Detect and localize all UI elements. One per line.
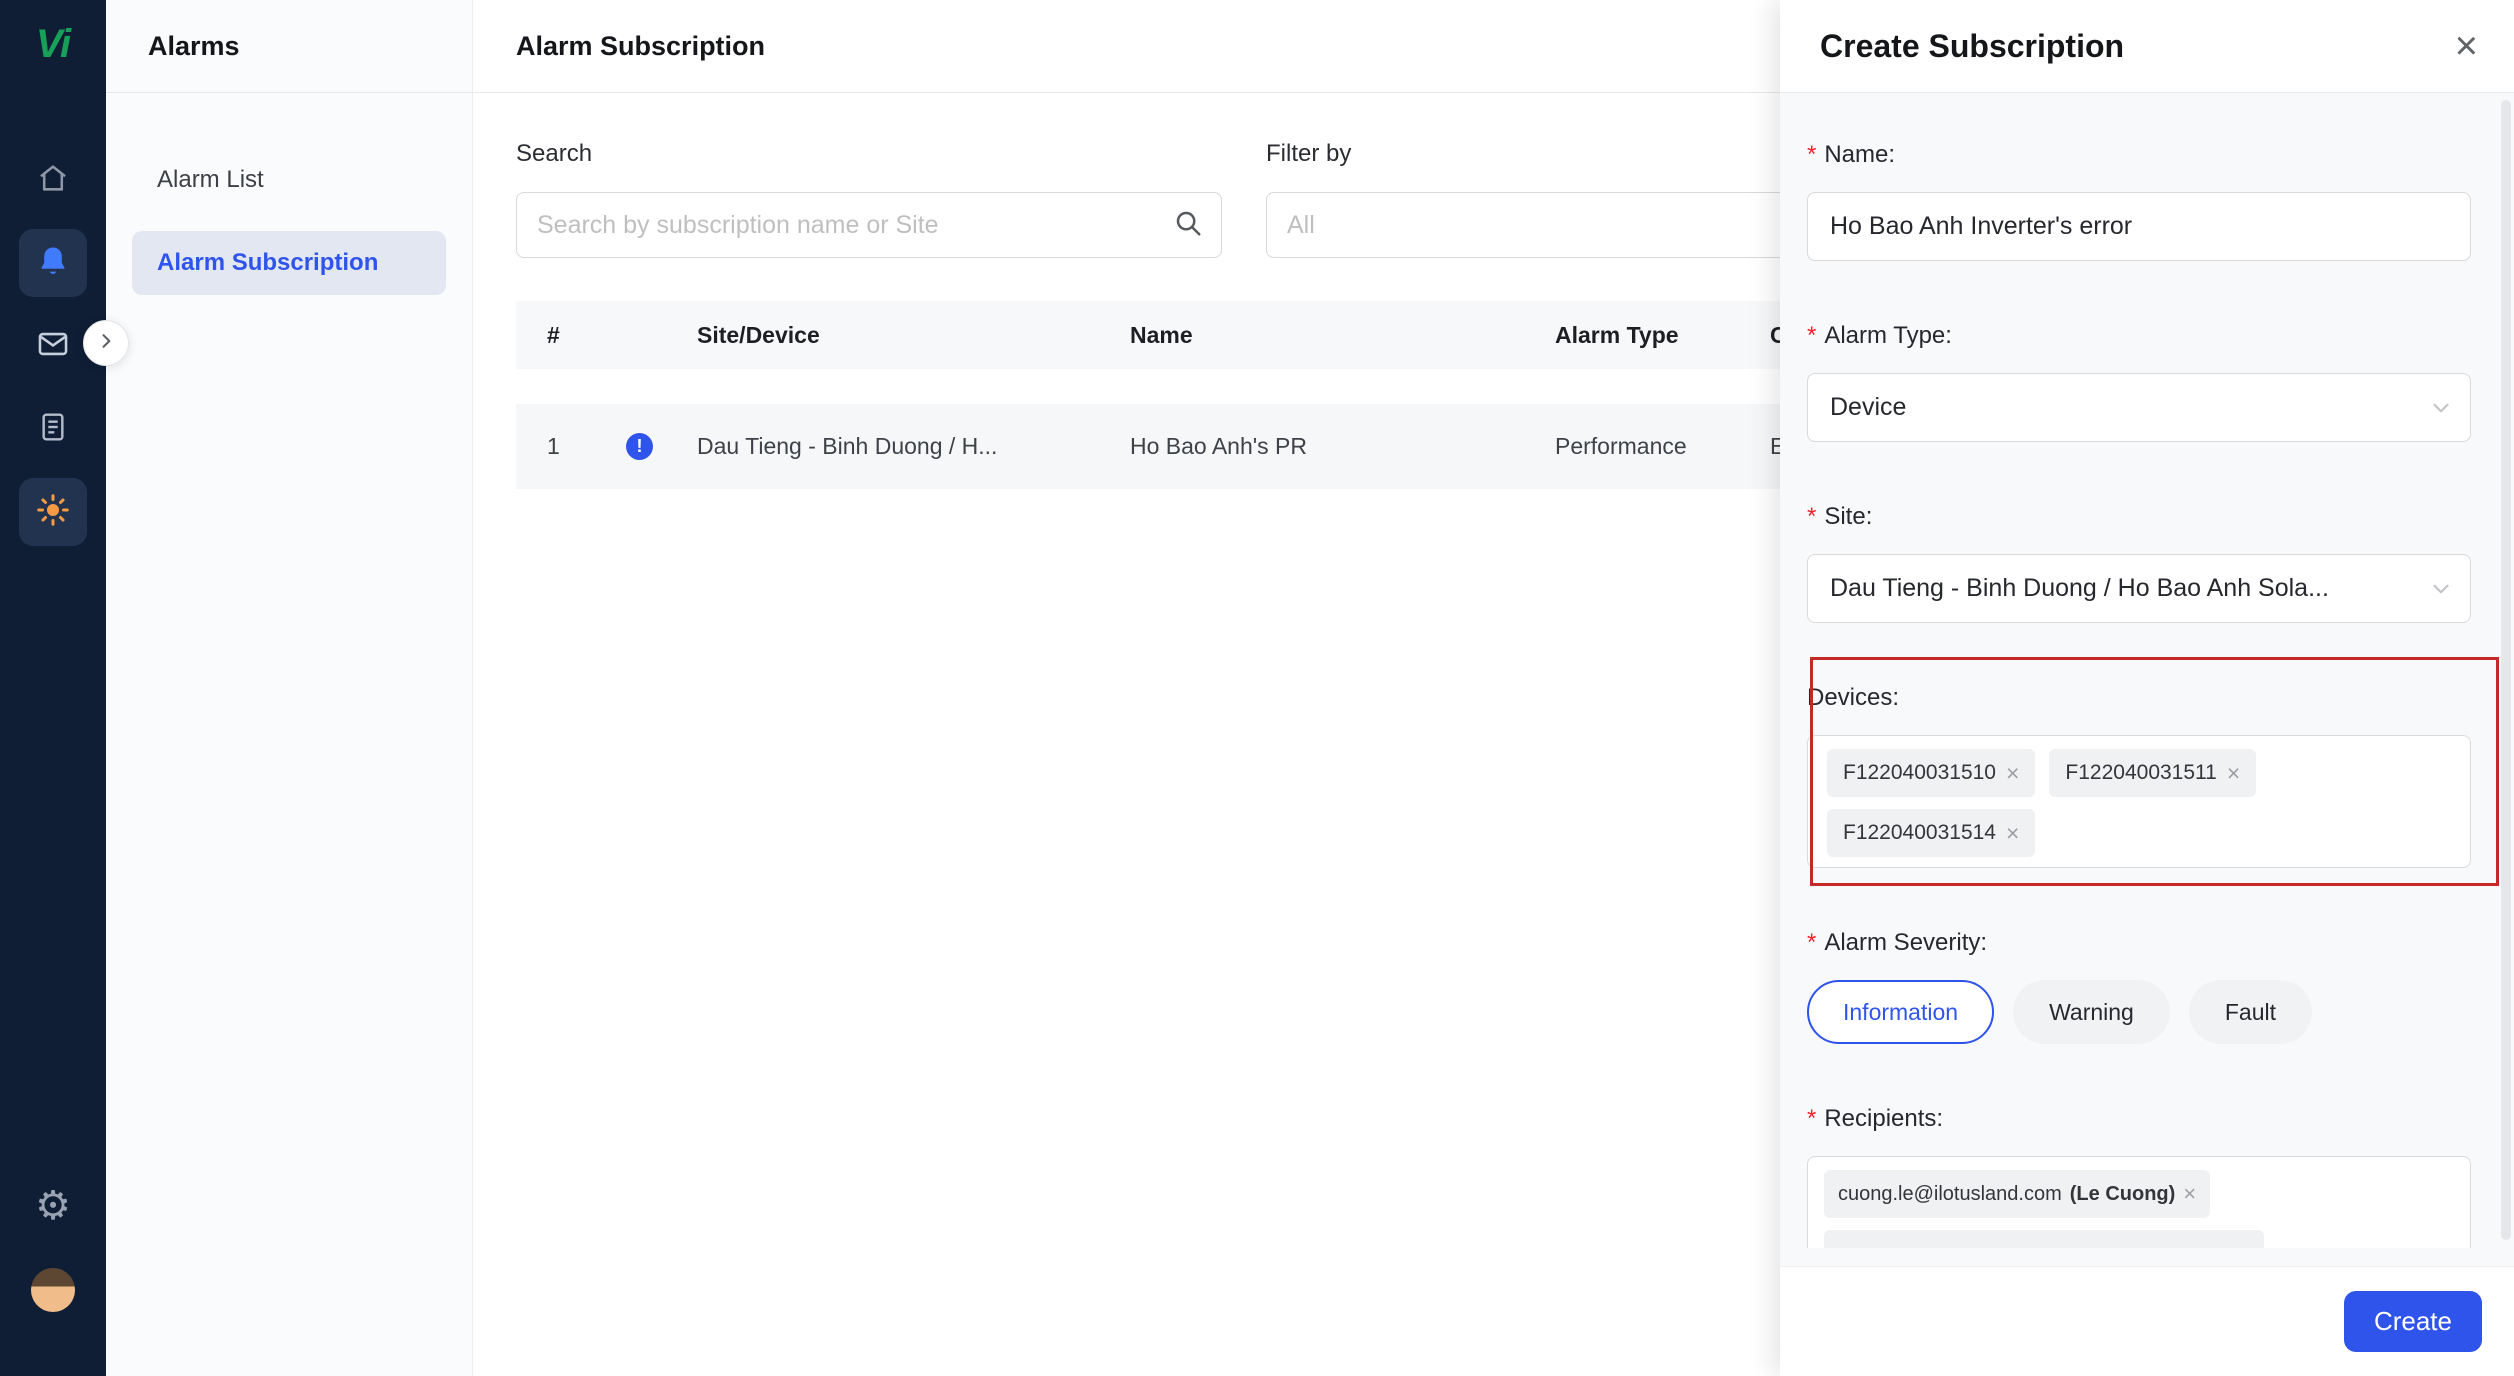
close-icon[interactable]: × — [2455, 26, 2478, 66]
nav-solar[interactable] — [19, 478, 87, 546]
settings-button[interactable]: ⚙ — [0, 1172, 106, 1240]
severity-pill-warning[interactable]: Warning — [2013, 980, 2170, 1044]
required-asterisk: * — [1807, 141, 1817, 168]
site-label: * Site: — [1807, 503, 1873, 530]
chevron-down-icon — [2428, 395, 2454, 421]
site-value: Dau Tieng - Binh Duong / Ho Bao Anh Sola… — [1830, 574, 2329, 602]
row-number: 1 — [547, 433, 560, 459]
alarm-type-select[interactable]: Device — [1807, 373, 2471, 442]
nav-alarms[interactable] — [19, 229, 87, 297]
app-logo: Vi — [35, 22, 71, 66]
required-asterisk: * — [1807, 929, 1817, 956]
gear-icon: ⚙ — [35, 1184, 71, 1228]
mail-icon — [36, 327, 70, 366]
remove-tag-icon[interactable]: × — [2006, 821, 2019, 845]
search-label: Search — [516, 140, 593, 167]
column-name: Name — [1130, 321, 1193, 348]
recipients-clip: cuong.le@ilotusland.com (Le Cuong) × — [1807, 1156, 2471, 1248]
drawer-body: * Name: * Alarm Type: Device * Site: Dau… — [1780, 93, 2514, 1266]
column-alarm-type: Alarm Type — [1555, 321, 1679, 348]
sidebar-collapse-button[interactable] — [83, 320, 129, 366]
required-asterisk: * — [1807, 322, 1817, 349]
search-input[interactable] — [517, 193, 1173, 257]
device-tag: F122040031514 × — [1827, 809, 2036, 857]
nav-reports[interactable] — [19, 395, 87, 463]
required-asterisk: * — [1807, 503, 1817, 530]
create-button[interactable]: Create — [2343, 1291, 2482, 1352]
remove-tag-icon[interactable]: × — [2183, 1181, 2196, 1207]
required-asterisk: * — [1807, 1105, 1817, 1132]
site-select[interactable]: Dau Tieng - Binh Duong / Ho Bao Anh Sola… — [1807, 554, 2471, 623]
filter-label: Filter by — [1266, 140, 1352, 167]
primary-sidebar: Vi ⚙ — [0, 0, 106, 1376]
row-status-cell: ! — [586, 433, 697, 460]
row-alarm-type: Performance — [1555, 433, 1687, 459]
secondary-nav: Alarm List Alarm Subscription — [106, 93, 472, 295]
column-number: # — [547, 321, 560, 348]
alarm-type-value: Device — [1830, 393, 1907, 421]
info-circle-icon: ! — [626, 433, 653, 460]
bell-icon — [36, 244, 70, 283]
row-site-device: Dau Tieng - Binh Duong / H... — [697, 433, 998, 459]
row-name: Ho Bao Anh's PR — [1130, 433, 1307, 459]
recipients-multiselect[interactable]: cuong.le@ilotusland.com (Le Cuong) × — [1807, 1156, 2471, 1248]
nav-messages[interactable] — [19, 312, 87, 380]
recipient-tag-partial — [1824, 1230, 2264, 1248]
column-site-device: Site/Device — [697, 321, 820, 348]
severity-pill-information[interactable]: Information — [1807, 980, 1995, 1044]
page-title: Alarm Subscription — [516, 30, 766, 61]
secondary-sidebar-header: Alarms — [106, 0, 472, 93]
filter-value: All — [1287, 210, 1315, 239]
drawer-footer: Create — [1780, 1266, 2514, 1376]
search-icon[interactable] — [1173, 208, 1203, 243]
search-box — [516, 192, 1222, 258]
nav-home[interactable] — [19, 146, 87, 214]
devices-multiselect[interactable]: F122040031510 × F122040031511 × F1220400… — [1807, 735, 2471, 868]
severity-pill-fault[interactable]: Fault — [2188, 980, 2312, 1044]
device-tag: F122040031510 × — [1827, 749, 2036, 797]
remove-tag-icon[interactable]: × — [2006, 761, 2019, 785]
alarm-type-label: * Alarm Type: — [1807, 322, 1952, 349]
drawer-scrollbar[interactable] — [2501, 100, 2511, 1240]
devices-label: Devices: — [1807, 684, 1900, 711]
severity-label: * Alarm Severity: — [1807, 929, 1988, 956]
severity-options: Information Warning Fault — [1807, 980, 2471, 1044]
section-title: Alarms — [148, 30, 240, 61]
sidebar-item-alarm-list[interactable]: Alarm List — [132, 148, 446, 212]
filter-select[interactable]: All — [1266, 192, 1786, 258]
home-icon — [36, 161, 70, 200]
create-subscription-drawer: Create Subscription × * Name: * Alarm Ty… — [1780, 0, 2514, 1376]
user-avatar[interactable] — [31, 1268, 75, 1312]
chevron-right-icon — [96, 331, 116, 356]
device-tag: F122040031511 × — [2049, 749, 2257, 797]
name-field[interactable] — [1807, 192, 2471, 261]
drawer-header: Create Subscription × — [1780, 0, 2514, 93]
secondary-sidebar: Alarms Alarm List Alarm Subscription — [106, 0, 473, 1376]
sun-icon — [35, 492, 71, 533]
name-label: * Name: — [1807, 141, 1896, 168]
drawer-title: Create Subscription — [1820, 27, 2125, 64]
chevron-down-icon — [2428, 576, 2454, 602]
sidebar-item-alarm-subscription[interactable]: Alarm Subscription — [132, 231, 446, 295]
remove-tag-icon[interactable]: × — [2227, 761, 2240, 785]
document-icon — [37, 411, 69, 448]
recipient-tag: cuong.le@ilotusland.com (Le Cuong) × — [1824, 1170, 2211, 1218]
recipients-label: * Recipients: — [1807, 1105, 1944, 1132]
